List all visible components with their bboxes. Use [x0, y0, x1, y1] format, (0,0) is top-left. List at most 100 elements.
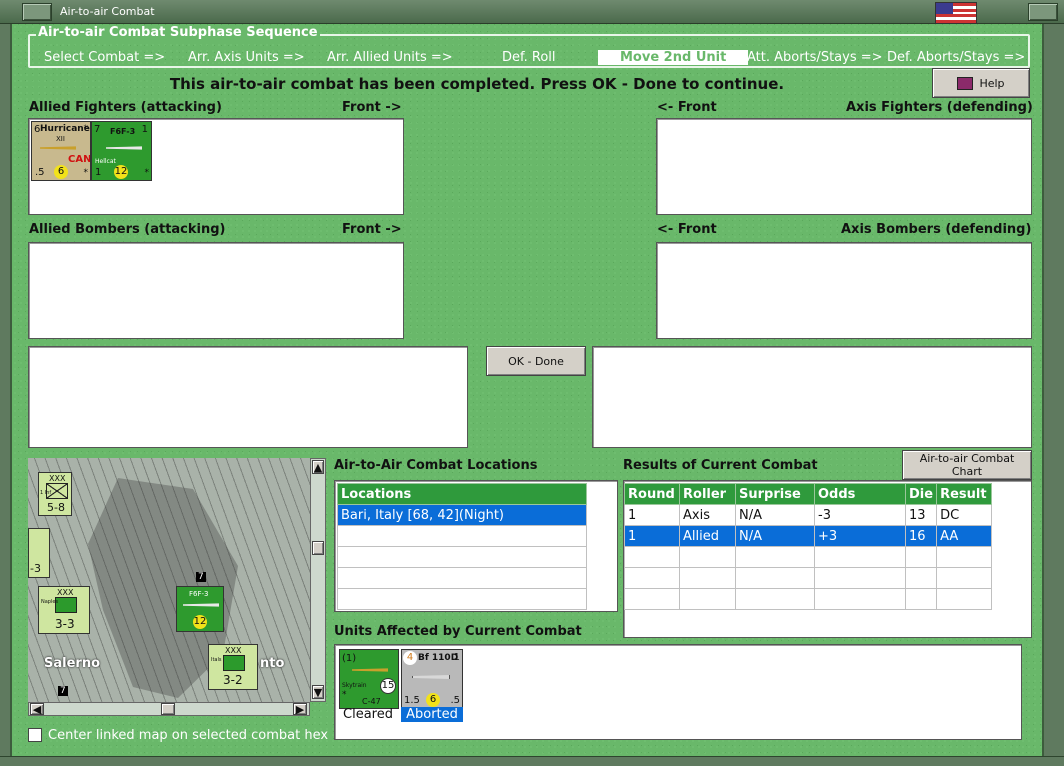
results-col-result: Result [936, 483, 993, 505]
scroll-down-arrow-icon[interactable]: ▼ [312, 685, 324, 699]
results-row-empty [624, 546, 993, 568]
map-unit-counter[interactable]: XXX Naples 3-3 [38, 586, 90, 634]
mech-icon [223, 655, 245, 671]
map-aircraft-counter[interactable]: F6F-3 12 [176, 586, 224, 632]
map-unit-nation: 1 Inf [40, 490, 52, 496]
scroll-right-arrow-icon[interactable]: ▶ [293, 703, 307, 716]
results-title: Results of Current Combat [623, 458, 818, 473]
map-horizontal-scrollbar[interactable]: ◀ ▶ [28, 702, 310, 716]
aircraft-icon [40, 146, 76, 150]
map-unit-type: XXX [57, 588, 74, 597]
results-col-surprise: Surprise [735, 483, 815, 505]
results-row-empty [624, 567, 993, 589]
results-cell: AA [936, 525, 993, 547]
center-map-option[interactable]: Center linked map on selected combat hex [28, 725, 330, 745]
counter-top-left: 7 [94, 124, 101, 135]
map-hex-number: 7 [58, 686, 68, 696]
ok-done-button[interactable]: OK - Done [486, 346, 586, 376]
axis-bombers-panel [656, 242, 1032, 339]
counter-star: * [342, 690, 347, 700]
results-row[interactable]: 1 Axis N/A -3 13 DC [624, 504, 993, 526]
us-flag-icon [935, 2, 977, 24]
map-unit-type: XXX [49, 474, 66, 483]
unit-counter-f6f3[interactable]: 7 F6F-3 1 Hellcat 1 12 * [91, 121, 152, 181]
counter-circle: 6 [54, 165, 68, 179]
map-unit-value: 3-3 [55, 617, 75, 631]
axis-fighters-label: Axis Fighters (defending) [846, 100, 1033, 115]
status-message: This air-to-air combat has been complete… [169, 75, 785, 93]
counter-bottom-right: .5 [450, 695, 460, 706]
axis-bombers-front: <- Front [657, 222, 717, 237]
results-cell: 13 [904, 504, 938, 526]
scroll-up-arrow-icon[interactable]: ▲ [312, 460, 324, 474]
counter-top-left: 4 [403, 651, 417, 665]
allied-fighters-front: Front -> [342, 100, 402, 115]
results-cell: 16 [904, 525, 938, 547]
counter-top-right: 1 [141, 124, 148, 135]
results-row[interactable]: 1 Allied N/A +3 16 AA [624, 525, 993, 547]
counter-name: Bf 110D [418, 653, 459, 663]
results-col-round: Round [624, 483, 680, 505]
counter-name: Hurricane [40, 124, 90, 134]
window-menu-button[interactable] [22, 3, 52, 21]
counter-top-left: (1) [342, 653, 357, 664]
linked-map[interactable]: XXX 1 Inf 5-8 -3 XXX Naples 3-3 F6F-3 12… [28, 458, 310, 702]
counter-sub: Hellcat [95, 158, 116, 165]
counter-bottom-left: 1 [95, 167, 102, 178]
results-row-empty [624, 588, 993, 610]
map-unit-counter[interactable]: XXX Itals 3-2 [208, 644, 258, 690]
affected-title: Units Affected by Current Combat [334, 624, 582, 639]
unit-counter-bf110d[interactable]: 4 Bf 110D 1 1.5 6 .5 [401, 649, 463, 709]
map-unit-value: 3-2 [223, 673, 243, 687]
results-cell: 1 [624, 504, 680, 526]
scroll-thumb[interactable] [161, 703, 175, 715]
locations-header: Locations [337, 483, 587, 505]
counter-bottom-right: * [144, 168, 150, 178]
unit-counter-c47[interactable]: (1) Skytrain * 15 C-47 [339, 649, 399, 709]
location-row-empty [337, 546, 587, 568]
results-cell: Axis [679, 504, 736, 526]
axis-fighters-front: <- Front [657, 100, 717, 115]
title-bar: Air-to-air Combat [0, 0, 1064, 24]
allied-bombers-front: Front -> [342, 222, 402, 237]
map-hex-number: 7 [196, 572, 206, 582]
scroll-thumb[interactable] [312, 541, 324, 555]
phase-select-combat: Select Combat => [44, 50, 166, 65]
map-unit-counter[interactable]: XXX 1 Inf 5-8 [38, 472, 72, 516]
location-row[interactable]: Bari, Italy [68, 42](Night) [337, 504, 587, 526]
window-title: Air-to-air Combat [60, 5, 155, 18]
unit-counter-hurricane[interactable]: 6 Hurricane * XII CAN .5 6 * [31, 121, 91, 181]
right-frame [1044, 24, 1064, 756]
aircraft-icon [412, 675, 450, 679]
results-cell: +3 [814, 525, 906, 547]
locations-title: Air-to-Air Combat Locations [334, 458, 538, 473]
map-unit-type: XXX [225, 646, 242, 655]
counter-circle: 6 [426, 693, 440, 707]
phase-att-aborts-stays: Att. Aborts/Stays => [747, 50, 883, 65]
counter-bottom-left: 1.5 [404, 695, 420, 706]
help-button[interactable]: Help [932, 68, 1030, 98]
center-map-checkbox[interactable] [28, 728, 42, 742]
counter-name: F6F-3 [110, 127, 136, 136]
map-unit-nation: Itals [211, 657, 222, 663]
aircraft-icon [352, 668, 388, 672]
map-unit-value: -3 [30, 562, 41, 575]
map-unit-value: 5-8 [47, 501, 65, 514]
scroll-left-arrow-icon[interactable]: ◀ [30, 703, 44, 716]
results-cell: DC [936, 504, 993, 526]
map-unit-nation: Naples [41, 599, 59, 605]
window-close-button[interactable] [1028, 3, 1058, 21]
allied-fighters-panel: 6 Hurricane * XII CAN .5 6 * 7 F6F-3 1 H… [28, 118, 404, 215]
map-vertical-scrollbar[interactable]: ▲ ▼ [310, 458, 326, 702]
map-counter-name: F6F-3 [189, 590, 209, 598]
results-cell: -3 [814, 504, 906, 526]
locations-list: Locations Bari, Italy [68, 42](Night) [334, 480, 618, 612]
counter-circle: 15 [380, 678, 396, 694]
bottom-frame [0, 756, 1064, 766]
aircraft-icon [183, 603, 219, 607]
air-combat-chart-button[interactable]: Air-to-air Combat Chart [902, 450, 1032, 480]
results-col-roller: Roller [679, 483, 736, 505]
results-col-die: Die [904, 483, 938, 505]
map-unit-counter[interactable]: -3 [28, 528, 50, 578]
phase-def-aborts-stays: Def. Aborts/Stays => [887, 50, 1026, 65]
